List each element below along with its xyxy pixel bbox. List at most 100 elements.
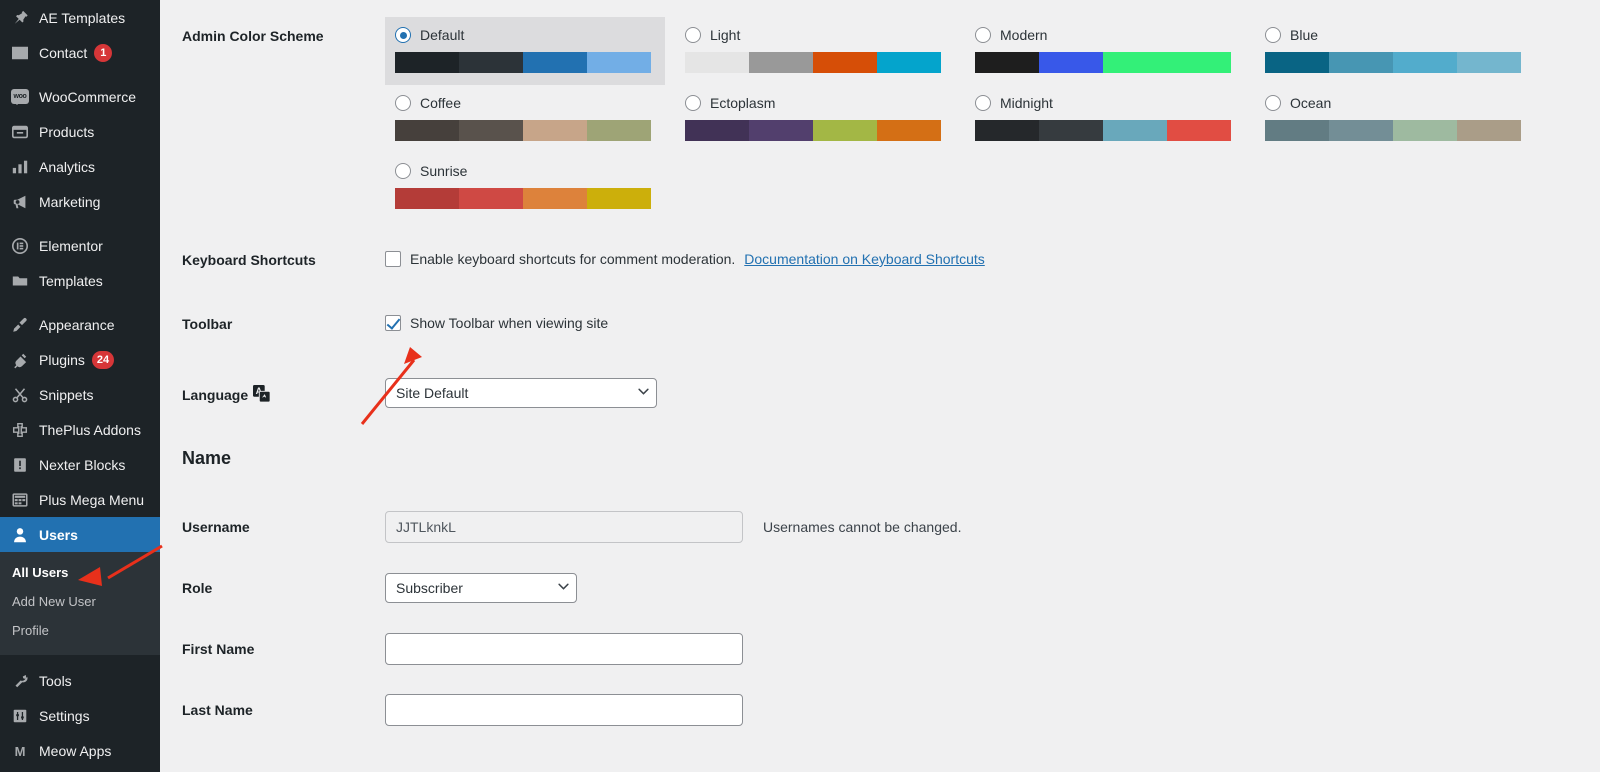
sidebar-item-label: Elementor bbox=[39, 237, 103, 254]
last-name-input[interactable] bbox=[385, 694, 743, 727]
megaphone-icon bbox=[10, 192, 30, 212]
color-scheme-head: Blue bbox=[1265, 25, 1525, 45]
color-scheme-swatches bbox=[1265, 52, 1521, 73]
color-scheme-head: Ectoplasm bbox=[685, 93, 945, 113]
color-scheme-option-ectoplasm[interactable]: Ectoplasm bbox=[675, 85, 955, 153]
keyboard-shortcuts-doc-link[interactable]: Documentation on Keyboard Shortcuts bbox=[744, 251, 984, 267]
sidebar-item-analytics[interactable]: Analytics bbox=[0, 149, 160, 184]
last-name-row: Last Name bbox=[160, 694, 1600, 727]
user-icon bbox=[10, 525, 30, 545]
sidebar-item-label: AE Templates bbox=[39, 9, 126, 26]
sidebar-item-marketing[interactable]: Marketing bbox=[0, 184, 160, 219]
sidebar-separator bbox=[0, 655, 160, 664]
admin-sidebar: AE Templates Contact 1 woo WooCommerce Produc… bbox=[0, 0, 160, 772]
color-scheme-radio[interactable] bbox=[685, 27, 701, 43]
color-swatch bbox=[1265, 52, 1329, 73]
color-scheme-option-ocean[interactable]: Ocean bbox=[1255, 85, 1535, 153]
role-label: Role bbox=[182, 580, 213, 597]
language-label-text: Language bbox=[182, 387, 249, 404]
color-scheme-option-coffee[interactable]: Coffee bbox=[385, 85, 665, 153]
color-scheme-option-modern[interactable]: Modern bbox=[965, 17, 1245, 85]
color-scheme-radio[interactable] bbox=[395, 27, 411, 43]
name-section-header: Name bbox=[160, 448, 1600, 469]
sidebar-item-products[interactable]: Products bbox=[0, 114, 160, 149]
color-swatch bbox=[459, 120, 523, 141]
color-swatch bbox=[877, 52, 941, 73]
toolbar-checkbox[interactable] bbox=[385, 314, 401, 331]
sidebar-submenu-all-users[interactable]: All Users bbox=[0, 559, 160, 588]
first-name-row: First Name bbox=[160, 633, 1600, 666]
sidebar-item-woocommerce[interactable]: woo WooCommerce bbox=[0, 79, 160, 114]
sidebar-submenu-profile[interactable]: Profile bbox=[0, 617, 160, 646]
color-scheme-radio[interactable] bbox=[685, 95, 701, 111]
language-select[interactable]: Site Default bbox=[385, 378, 657, 409]
sidebar-item-settings[interactable]: Settings bbox=[0, 699, 160, 734]
first-name-label: First Name bbox=[182, 641, 255, 658]
toolbar-checkbox-label: Show Toolbar when viewing site bbox=[410, 314, 609, 331]
sidebar-item-contact[interactable]: Contact 1 bbox=[0, 35, 160, 70]
color-scheme-option-midnight[interactable]: Midnight bbox=[965, 85, 1245, 153]
sidebar-item-plugins[interactable]: Plugins 24 bbox=[0, 342, 160, 377]
color-scheme-name: Ectoplasm bbox=[710, 95, 776, 111]
color-scheme-swatches bbox=[685, 120, 941, 141]
translate-icon: A bbox=[253, 385, 271, 403]
username-hint: Usernames cannot be changed. bbox=[763, 519, 962, 536]
color-scheme-option-default[interactable]: Default bbox=[385, 17, 665, 85]
color-scheme-name: Blue bbox=[1290, 27, 1319, 43]
color-scheme-swatches bbox=[395, 120, 651, 141]
color-swatch bbox=[523, 52, 587, 73]
sidebar-item-appearance[interactable]: Appearance bbox=[0, 307, 160, 342]
color-scheme-name: Modern bbox=[1000, 27, 1048, 43]
username-row: Username JJTLknkL Usernames cannot be ch… bbox=[160, 511, 1600, 544]
color-scheme-option-blue[interactable]: Blue bbox=[1255, 17, 1535, 85]
sidebar-item-label: Meow Apps bbox=[39, 743, 112, 760]
keyboard-shortcuts-label: Keyboard Shortcuts bbox=[182, 252, 316, 268]
sidebar-item-plus-mega-menu[interactable]: Plus Mega Menu bbox=[0, 482, 160, 517]
sidebar-item-nexter-blocks[interactable]: Nexter Blocks bbox=[0, 447, 160, 482]
products-icon bbox=[10, 122, 30, 142]
color-scheme-radio[interactable] bbox=[975, 27, 991, 43]
color-scheme-radio[interactable] bbox=[395, 163, 411, 179]
color-scheme-swatches bbox=[395, 188, 651, 209]
color-scheme-head: Sunrise bbox=[395, 161, 655, 181]
sidebar-item-label: Products bbox=[39, 123, 95, 140]
color-scheme-name: Ocean bbox=[1290, 95, 1332, 111]
color-scheme-radio[interactable] bbox=[975, 95, 991, 111]
color-swatch bbox=[1167, 52, 1231, 73]
sidebar-item-ae-templates[interactable]: AE Templates bbox=[0, 0, 160, 35]
elementor-icon bbox=[10, 236, 30, 256]
keyboard-shortcuts-row: Keyboard Shortcuts Enable keyboard short… bbox=[160, 251, 1600, 271]
sidebar-submenu-add-new-user[interactable]: Add New User bbox=[0, 588, 160, 617]
sidebar-item-label: WooCommerce bbox=[39, 88, 136, 105]
folder-icon bbox=[10, 271, 30, 291]
color-swatch bbox=[459, 188, 523, 209]
admin-color-scheme-row: Admin Color Scheme Default Light Modern Blu… bbox=[160, 0, 1600, 221]
toolbar-label: Toolbar bbox=[182, 315, 233, 332]
sidebar-item-badge: 1 bbox=[94, 43, 113, 62]
role-select[interactable]: Subscriber bbox=[385, 573, 577, 604]
admin-color-scheme-label: Admin Color Scheme bbox=[182, 28, 324, 44]
first-name-input[interactable] bbox=[385, 633, 743, 666]
keyboard-shortcuts-checkbox[interactable] bbox=[385, 251, 401, 267]
color-scheme-option-light[interactable]: Light bbox=[675, 17, 955, 85]
color-swatch bbox=[395, 120, 459, 141]
sidebar-item-meow-apps[interactable]: M Meow Apps bbox=[0, 734, 160, 769]
color-scheme-radio[interactable] bbox=[395, 95, 411, 111]
color-swatch bbox=[523, 120, 587, 141]
sidebar-item-users[interactable]: Users bbox=[0, 517, 160, 552]
color-swatch bbox=[523, 188, 587, 209]
color-scheme-swatches bbox=[975, 120, 1231, 141]
sidebar-item-theplus-addons[interactable]: ThePlus Addons bbox=[0, 412, 160, 447]
sidebar-item-elementor[interactable]: Elementor bbox=[0, 228, 160, 263]
sidebar-item-label: Marketing bbox=[39, 193, 101, 210]
color-scheme-radio[interactable] bbox=[1265, 95, 1281, 111]
color-scheme-option-sunrise[interactable]: Sunrise bbox=[385, 153, 665, 221]
chevron-down-icon bbox=[558, 583, 569, 594]
sidebar-item-templates[interactable]: Templates bbox=[0, 263, 160, 298]
color-swatch bbox=[813, 120, 877, 141]
sidebar-item-tools[interactable]: Tools bbox=[0, 664, 160, 699]
sliders-icon bbox=[10, 706, 30, 726]
color-scheme-radio[interactable] bbox=[1265, 27, 1281, 43]
sidebar-item-snippets[interactable]: Snippets bbox=[0, 377, 160, 412]
sidebar-item-label: Appearance bbox=[39, 316, 115, 333]
